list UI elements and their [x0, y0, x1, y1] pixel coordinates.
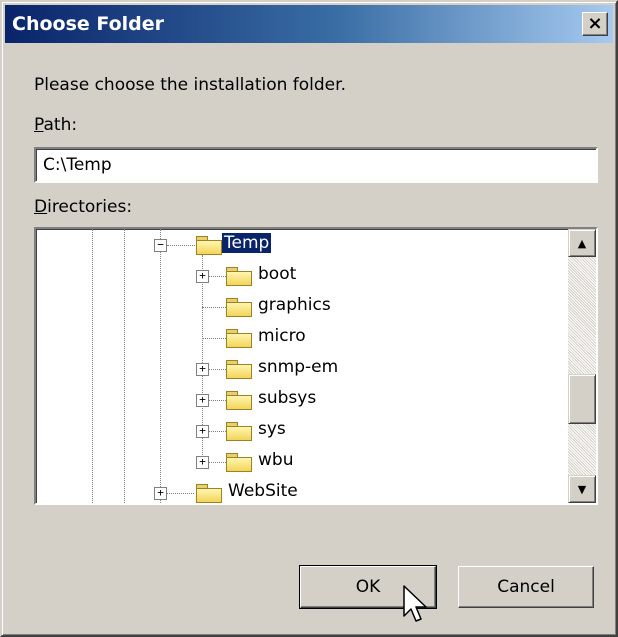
collapse-icon[interactable]: −	[154, 239, 167, 252]
expand-icon[interactable]: +	[154, 487, 167, 500]
mouse-pointer-icon	[403, 585, 427, 622]
folder-icon	[196, 484, 222, 503]
tree-item-graphics[interactable]: graphics	[256, 295, 333, 315]
tree-item-boot[interactable]: boot	[256, 264, 298, 284]
close-icon: ×	[587, 13, 603, 34]
tree-item-snmp-em[interactable]: snmp-em	[256, 357, 340, 377]
folder-icon	[226, 453, 252, 472]
expand-icon[interactable]: +	[196, 456, 209, 469]
path-label: Path:	[34, 115, 77, 135]
path-input[interactable]: C:\Temp	[34, 147, 598, 183]
vertical-scrollbar[interactable]: ▲ ▼	[568, 229, 596, 503]
tree-item-sys[interactable]: sys	[256, 419, 288, 439]
directories-label-mnemonic: D	[34, 197, 48, 217]
folder-icon	[226, 422, 252, 441]
directories-label: Directories:	[34, 197, 132, 217]
cancel-button[interactable]: Cancel	[458, 566, 594, 608]
arrow-down-icon: ▼	[577, 482, 587, 496]
folder-icon	[226, 360, 252, 379]
cancel-button-label: Cancel	[497, 577, 555, 597]
tree-item-temp[interactable]: Temp	[222, 233, 272, 253]
directory-tree[interactable]: − Temp + boot graphics micro + snmp-em +…	[34, 227, 598, 505]
expand-icon[interactable]: +	[196, 270, 209, 283]
folder-icon	[226, 391, 252, 410]
window-title: Choose Folder	[12, 13, 165, 35]
expand-icon[interactable]: +	[196, 394, 209, 407]
tree-connector	[202, 307, 226, 308]
tree-guide-line	[160, 229, 161, 503]
tree-connector	[202, 338, 226, 339]
expand-icon[interactable]: +	[196, 425, 209, 438]
ok-button-label: OK	[355, 577, 381, 597]
tree-guide-line	[124, 229, 125, 503]
path-label-mnemonic: P	[34, 115, 44, 135]
instruction-text: Please choose the installation folder.	[34, 75, 346, 95]
tree-item-website[interactable]: WebSite	[226, 481, 300, 501]
path-label-text: ath:	[43, 115, 78, 135]
tree-guide-line	[92, 229, 93, 503]
scroll-down-button[interactable]: ▼	[568, 475, 596, 503]
tree-item-wbu[interactable]: wbu	[256, 450, 295, 470]
folder-open-icon	[196, 236, 222, 255]
scroll-thumb[interactable]	[568, 374, 596, 424]
directories-label-text: irectories:	[47, 197, 133, 217]
folder-icon	[226, 298, 252, 317]
folder-icon	[226, 267, 252, 286]
close-button[interactable]: ×	[582, 12, 608, 36]
tree-item-subsys[interactable]: subsys	[256, 388, 318, 408]
arrow-up-icon: ▲	[577, 236, 587, 250]
scroll-up-button[interactable]: ▲	[568, 229, 596, 257]
title-bar[interactable]: Choose Folder ×	[5, 5, 613, 43]
choose-folder-dialog: Choose Folder × Please choose the instal…	[0, 0, 618, 637]
expand-icon[interactable]: +	[196, 363, 209, 376]
folder-icon	[226, 329, 252, 348]
tree-item-micro[interactable]: micro	[256, 326, 308, 346]
